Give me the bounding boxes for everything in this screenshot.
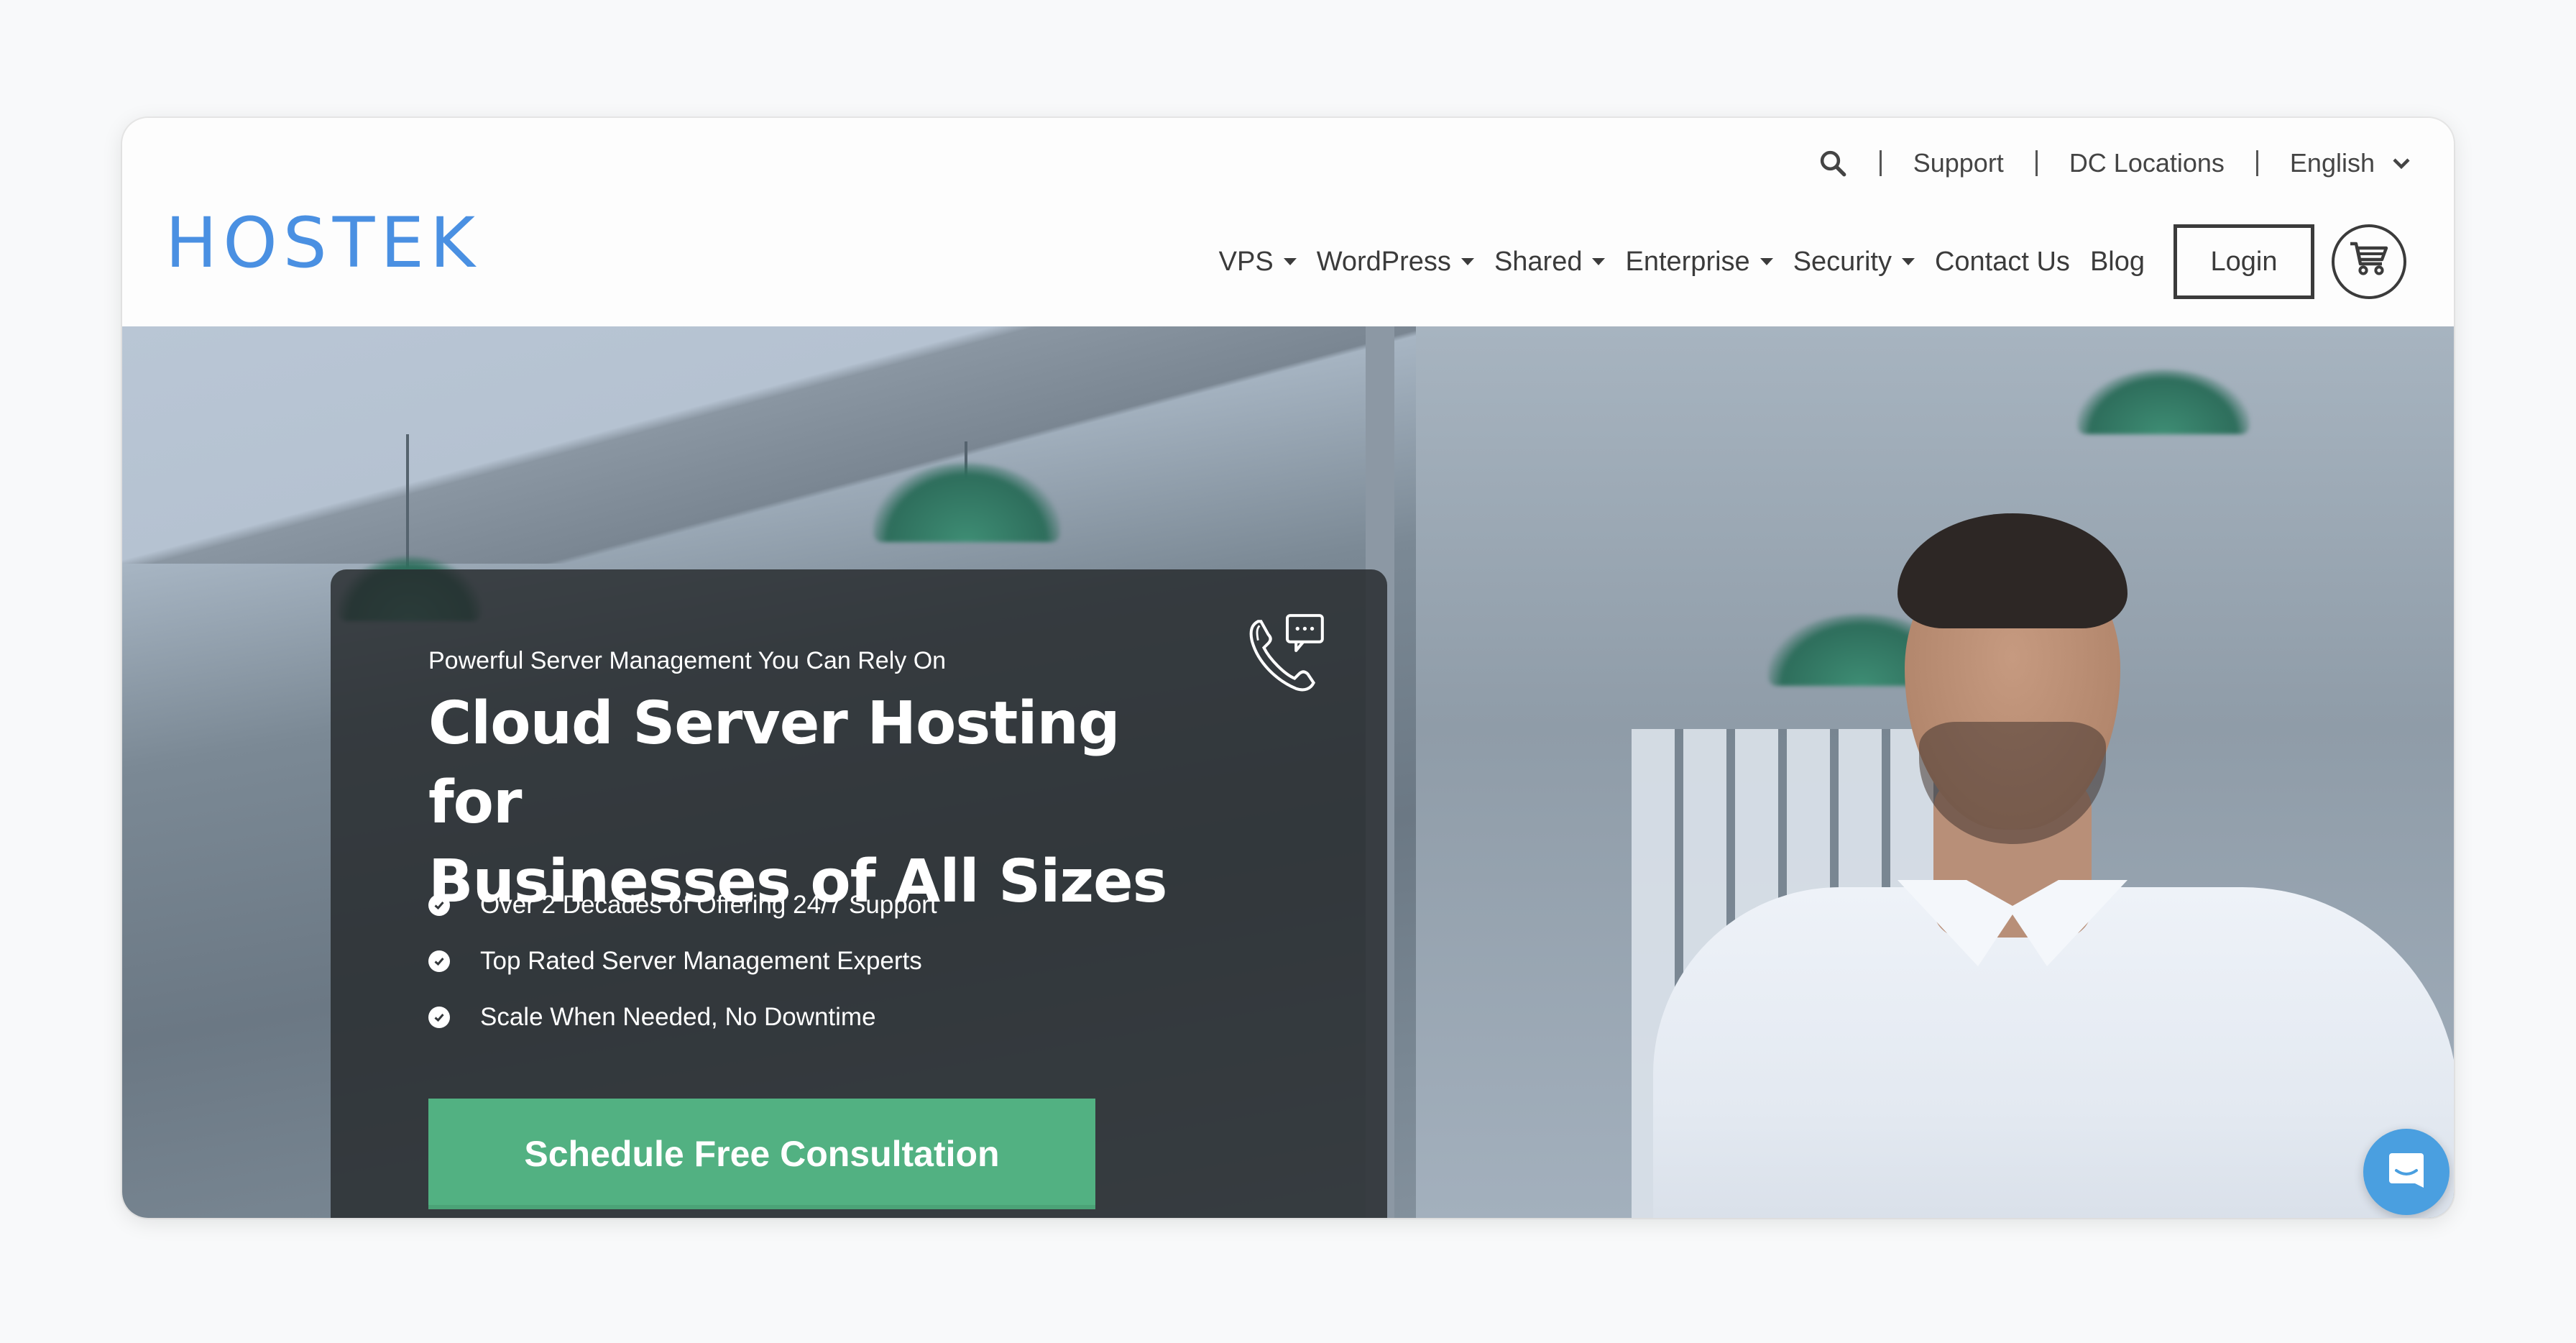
language-label: English xyxy=(2289,148,2375,178)
main-nav: VPS WordPress Shared Enterprise Security… xyxy=(1199,197,2406,326)
nav-item-label: Security xyxy=(1793,246,1892,277)
caret-down-icon xyxy=(1760,258,1773,265)
hero-overlay-panel: Powerful Server Management You Can Rely … xyxy=(331,569,1387,1218)
nav-item-wordpress[interactable]: WordPress xyxy=(1317,247,1474,278)
hero-background-ceiling xyxy=(122,326,1416,564)
nav-item-label: WordPress xyxy=(1316,246,1451,277)
feature-text: Top Rated Server Management Experts xyxy=(480,947,922,975)
chevron-down-icon xyxy=(2392,156,2411,170)
feature-item: Scale When Needed, No Downtime xyxy=(428,989,937,1045)
check-circle-icon xyxy=(428,894,450,916)
nav-item-vps[interactable]: VPS xyxy=(1219,247,1297,278)
person-hair xyxy=(1898,513,2128,628)
caret-down-icon xyxy=(1460,258,1474,265)
nav-item-label: Shared xyxy=(1494,246,1583,277)
nav-item-security[interactable]: Security xyxy=(1793,247,1915,278)
schedule-consultation-button[interactable]: Schedule Free Consultation xyxy=(428,1099,1095,1209)
nav-item-label: VPS xyxy=(1218,246,1274,277)
feature-item: Over 2 Decades of Offering 24/7 Support xyxy=(428,877,937,933)
caret-down-icon xyxy=(1592,258,1606,265)
shopping-cart-icon xyxy=(2349,239,2389,284)
divider xyxy=(1879,150,1882,176)
hero-person-image xyxy=(1596,441,2454,1218)
nav-item-label: Contact Us xyxy=(1934,246,2070,277)
nav-item-blog[interactable]: Blog xyxy=(2090,247,2145,278)
login-button[interactable]: Login xyxy=(2174,224,2314,299)
feature-text: Over 2 Decades of Offering 24/7 Support xyxy=(480,891,937,919)
hero-section: Powerful Server Management You Can Rely … xyxy=(122,326,2454,1218)
check-circle-icon xyxy=(428,950,450,972)
feature-list: Over 2 Decades of Offering 24/7 Support … xyxy=(428,877,937,1045)
feature-item: Top Rated Server Management Experts xyxy=(428,933,937,989)
nav-item-shared[interactable]: Shared xyxy=(1494,247,1606,278)
check-circle-icon xyxy=(428,1007,450,1028)
language-selector[interactable]: English xyxy=(2290,148,2411,178)
hero-title-line1: Cloud Server Hosting for xyxy=(428,689,1121,837)
utility-bar: Support DC Locations English xyxy=(1818,118,2411,187)
nav-item-enterprise[interactable]: Enterprise xyxy=(1625,246,1773,278)
nav-item-label: Enterprise xyxy=(1625,246,1750,277)
phone-chat-icon xyxy=(1243,610,1331,697)
chat-bubble-icon xyxy=(2385,1149,2428,1196)
support-link[interactable]: Support xyxy=(1913,148,2004,178)
divider xyxy=(2255,150,2258,176)
cart-button[interactable] xyxy=(2332,224,2406,299)
nav-item-label: Blog xyxy=(2089,246,2145,277)
search-icon[interactable] xyxy=(1818,148,1848,178)
browser-page-card: Support DC Locations English HOSTEK VPS … xyxy=(122,118,2454,1218)
caret-down-icon xyxy=(1283,258,1297,265)
hostek-logo[interactable]: HOSTEK xyxy=(165,203,481,283)
divider xyxy=(2035,150,2038,176)
caret-down-icon xyxy=(1901,258,1915,265)
feature-text: Scale When Needed, No Downtime xyxy=(480,1003,876,1031)
dc-locations-link[interactable]: DC Locations xyxy=(2069,148,2225,178)
nav-item-contact-us[interactable]: Contact Us xyxy=(1935,247,2070,278)
hero-eyebrow: Powerful Server Management You Can Rely … xyxy=(428,647,947,674)
chat-widget-button[interactable] xyxy=(2363,1129,2450,1215)
